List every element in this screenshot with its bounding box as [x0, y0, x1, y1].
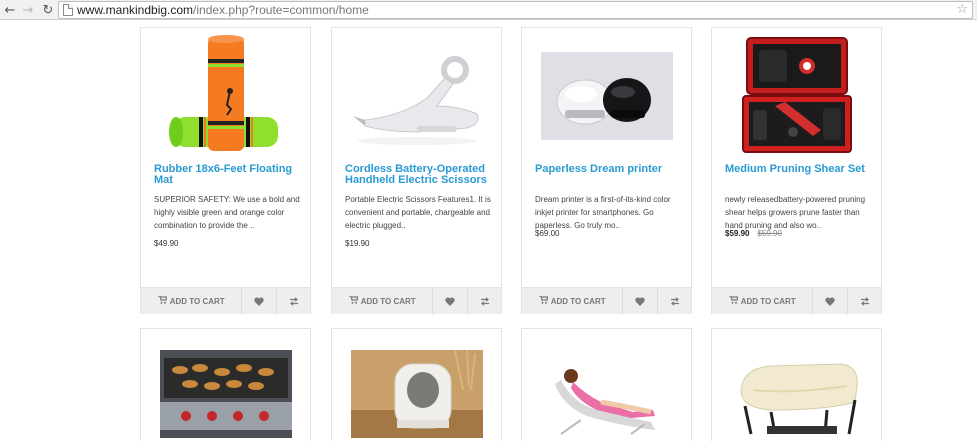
product-actions: ADD TO CART	[712, 287, 881, 314]
product-card-dream-printer: Paperless Dream printer Dream printer is…	[521, 27, 692, 314]
product-card-cat-litter-box	[331, 328, 502, 441]
product-price: $19.90	[345, 239, 370, 248]
add-to-cart-label: ADD TO CART	[740, 296, 796, 306]
add-to-cart-label: ADD TO CART	[550, 296, 606, 306]
add-to-cart-label: ADD TO CART	[360, 296, 416, 306]
product-description: Dream printer is a first-of-its-kind col…	[535, 195, 671, 230]
product-image-lounge-chair[interactable]	[534, 349, 680, 439]
product-price-old: $59.90	[757, 229, 782, 238]
compare-arrows-icon	[670, 296, 679, 306]
add-to-cart-button[interactable]: ADD TO CART	[141, 288, 243, 314]
product-description: Portable Electric Scissors Features1. It…	[345, 195, 491, 230]
product-title[interactable]: Medium Pruning Shear Set	[725, 164, 875, 175]
compare-button[interactable]	[657, 288, 691, 314]
compare-button[interactable]	[467, 288, 501, 314]
wishlist-button[interactable]	[813, 288, 848, 314]
product-price: $49.90	[154, 239, 179, 248]
product-card-lounge-chair	[521, 328, 692, 441]
url-path: /index.php?route=common/home	[193, 3, 369, 17]
heart-icon	[825, 297, 835, 306]
browser-toolbar: ← → ↻ www.mankindbig.com/index.php?route…	[0, 0, 977, 20]
product-image-floating-mat[interactable]	[153, 32, 299, 160]
wishlist-button[interactable]	[242, 288, 277, 314]
heart-icon	[254, 297, 264, 306]
product-image-pruning-shear-set[interactable]	[724, 32, 870, 160]
forward-arrow-icon[interactable]: →	[20, 2, 36, 18]
product-price-new: $59.90	[725, 229, 750, 238]
product-card-pruning-shear-set: Medium Pruning Shear Set newly releasedb…	[711, 27, 882, 314]
product-image-grill[interactable]	[153, 349, 299, 439]
back-arrow-icon[interactable]: ←	[2, 2, 18, 18]
url-text[interactable]: www.mankindbig.com/index.php?route=commo…	[77, 3, 369, 18]
wishlist-button[interactable]	[623, 288, 658, 314]
compare-button[interactable]	[276, 288, 310, 314]
product-actions: ADD TO CART	[141, 287, 310, 314]
product-card-electric-scissors: Cordless Battery-Operated Handheld Elect…	[331, 27, 502, 314]
compare-arrows-icon	[860, 296, 869, 306]
product-actions: ADD TO CART	[522, 287, 691, 314]
product-price: $59.90 $59.90	[725, 229, 782, 238]
add-to-cart-label: ADD TO CART	[169, 296, 225, 306]
product-card-grill	[140, 328, 311, 441]
url-host: www.mankindbig.com	[77, 3, 194, 17]
add-to-cart-button[interactable]: ADD TO CART	[522, 288, 624, 314]
address-bar[interactable]: www.mankindbig.com/index.php?route=commo…	[58, 1, 973, 19]
wishlist-button[interactable]	[433, 288, 468, 314]
add-to-cart-button[interactable]: ADD TO CART	[712, 288, 814, 314]
product-card-floating-mat: Rubber 18x6-Feet Floating Mat SUPERIOR S…	[140, 27, 311, 314]
product-actions: ADD TO CART	[332, 287, 501, 314]
heart-icon	[445, 297, 455, 306]
product-image-cat-litter-box[interactable]	[344, 349, 490, 439]
product-image-dream-printer[interactable]	[534, 32, 680, 160]
product-description: SUPERIOR SAFETY: We use a bold and highl…	[154, 195, 300, 230]
product-title[interactable]: Paperless Dream printer	[535, 164, 685, 175]
cart-icon	[157, 295, 168, 306]
reload-icon[interactable]: ↻	[40, 2, 56, 18]
product-image-electric-scissors[interactable]	[344, 32, 490, 160]
compare-arrows-icon	[289, 296, 298, 306]
cart-icon	[728, 295, 739, 306]
cart-icon	[348, 295, 359, 306]
cart-icon	[538, 295, 549, 306]
product-price: $69.00	[535, 229, 560, 238]
product-card-air-mattress	[711, 328, 882, 441]
product-title[interactable]: Cordless Battery-Operated Handheld Elect…	[345, 164, 495, 186]
bookmark-star-icon[interactable]: ☆	[956, 2, 968, 17]
compare-button[interactable]	[847, 288, 881, 314]
product-title[interactable]: Rubber 18x6-Feet Floating Mat	[154, 164, 304, 186]
compare-arrows-icon	[480, 296, 489, 306]
heart-icon	[635, 297, 645, 306]
product-image-air-mattress[interactable]	[724, 349, 870, 439]
product-description: newly releasedbattery-powered pruning sh…	[725, 195, 866, 230]
add-to-cart-button[interactable]: ADD TO CART	[332, 288, 434, 314]
page-icon	[63, 4, 73, 16]
